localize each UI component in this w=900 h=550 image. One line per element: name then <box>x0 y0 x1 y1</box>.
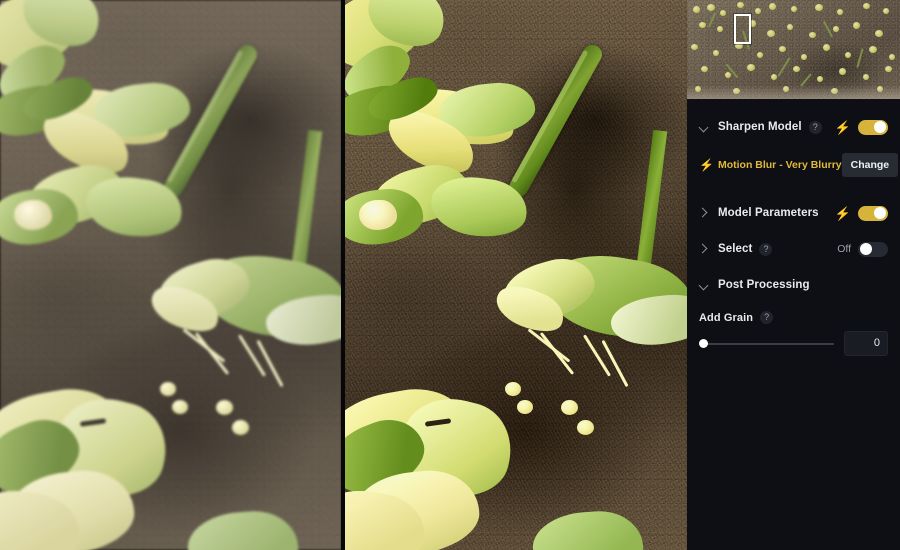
selected-model-name: Motion Blur - Very Blurry <box>717 159 842 171</box>
anther-4 <box>577 420 594 435</box>
lightning-bolt-icon: ⚡ <box>834 205 851 221</box>
minimap-flower <box>707 4 715 11</box>
minimap-flower <box>747 64 755 71</box>
minimap-flower <box>837 9 843 15</box>
selected-model-chip[interactable]: ⚡ Motion Blur - Very Blurry <box>699 159 842 171</box>
anther-3 <box>216 400 233 415</box>
minimap-flower <box>699 22 706 28</box>
minimap-flower <box>791 6 797 12</box>
minimap-flower <box>767 30 775 37</box>
minimap-flower <box>869 46 877 53</box>
add-grain-label: Add Grain <box>699 311 754 324</box>
slider-track <box>699 342 834 345</box>
add-grain-control: Add Grain ? 0 <box>687 303 900 356</box>
minimap-flower <box>755 8 761 14</box>
minimap-bottom-fade <box>687 85 900 99</box>
section-post-processing[interactable]: Post Processing <box>687 267 900 303</box>
toggle-knob <box>874 121 886 133</box>
original-image-pane[interactable] <box>0 0 341 550</box>
anther-2 <box>172 400 188 414</box>
minimap-flower <box>771 74 777 80</box>
lightning-bolt-icon: ⚡ <box>834 119 851 135</box>
change-model-button[interactable]: Change <box>841 153 899 177</box>
model-selection-row: ⚡ Motion Blur - Very Blurry Change <box>687 149 900 181</box>
anther-1 <box>505 382 521 396</box>
section-select[interactable]: Select ? Off <box>687 231 900 267</box>
minimap-flower <box>863 74 869 80</box>
anther-1 <box>160 382 176 396</box>
minimap-flower <box>817 76 823 82</box>
minimap-flower <box>885 66 892 72</box>
toggle-knob <box>874 207 886 219</box>
app-root: Sharpen Model ? ⚡ ⚡ Motion Blur - Very B… <box>0 0 900 550</box>
lightning-bolt-icon: ⚡ <box>699 158 714 172</box>
processed-photo <box>345 0 687 550</box>
minimap-flower <box>691 44 698 50</box>
toggle-sharpen-model[interactable] <box>858 119 888 135</box>
slider-handle[interactable] <box>699 339 708 348</box>
minimap-flower <box>725 72 731 78</box>
minimap-flower <box>845 52 851 58</box>
section-label-post-processing: Post Processing <box>718 279 810 291</box>
minimap-flower <box>823 44 830 51</box>
minimap-viewport-rect[interactable] <box>734 14 751 44</box>
chevron-right-icon[interactable] <box>697 206 711 220</box>
minimap-flower <box>833 26 839 32</box>
anther-3 <box>561 400 578 415</box>
section-label-model-parameters: Model Parameters <box>718 207 819 219</box>
toggle-state-label: Off <box>837 243 851 255</box>
minimap-flower <box>693 6 700 13</box>
minimap-flower <box>720 10 726 16</box>
help-icon-add-grain[interactable]: ? <box>760 311 774 324</box>
minimap-flower <box>787 24 793 30</box>
minimap-flower <box>779 46 786 52</box>
minimap-flower <box>863 3 870 9</box>
minimap-flower <box>839 68 846 75</box>
section-label-sharpen-model: Sharpen Model <box>718 121 802 133</box>
minimap-flower <box>717 26 723 32</box>
add-grain-value-input[interactable]: 0 <box>844 331 888 356</box>
minimap-flower <box>793 66 800 72</box>
minimap-flower <box>815 4 823 11</box>
toggle-select[interactable] <box>858 241 888 257</box>
processed-image-pane[interactable] <box>345 0 687 550</box>
section-label-select: Select <box>718 243 753 255</box>
add-grain-slider-row: 0 <box>699 331 888 356</box>
minimap-flower <box>809 32 816 38</box>
section-model-parameters[interactable]: Model Parameters ⚡ <box>687 195 900 231</box>
chevron-down-icon[interactable] <box>697 278 711 292</box>
minimap-flower <box>769 3 776 10</box>
add-grain-slider[interactable] <box>699 338 834 350</box>
help-icon-sharpen-model[interactable]: ? <box>808 120 822 134</box>
toggle-knob <box>860 243 872 255</box>
image-navigator-minimap[interactable] <box>687 0 900 99</box>
minimap-flower <box>889 54 895 60</box>
image-compare-area <box>0 0 687 550</box>
minimap-flower <box>853 22 860 29</box>
help-icon-select[interactable]: ? <box>759 242 773 256</box>
add-grain-header: Add Grain ? <box>699 311 888 324</box>
control-sidebar: Sharpen Model ? ⚡ ⚡ Motion Blur - Very B… <box>687 0 900 550</box>
settings-panel: Sharpen Model ? ⚡ ⚡ Motion Blur - Very B… <box>687 99 900 550</box>
minimap-flower <box>713 50 719 56</box>
toggle-model-parameters[interactable] <box>858 205 888 221</box>
minimap-flower <box>875 30 883 37</box>
minimap-flower <box>737 2 744 8</box>
minimap-flower <box>701 66 708 72</box>
chevron-down-icon[interactable] <box>697 120 711 134</box>
section-sharpen-model[interactable]: Sharpen Model ? ⚡ <box>687 109 900 145</box>
chevron-right-icon[interactable] <box>697 242 711 256</box>
minimap-flower <box>801 54 807 60</box>
anther-4 <box>232 420 249 435</box>
minimap-flower <box>757 52 763 58</box>
minimap-flower <box>883 8 889 14</box>
anther-2 <box>517 400 533 414</box>
original-photo <box>0 0 341 550</box>
bud-mid <box>14 200 52 230</box>
bud-mid <box>359 200 397 230</box>
